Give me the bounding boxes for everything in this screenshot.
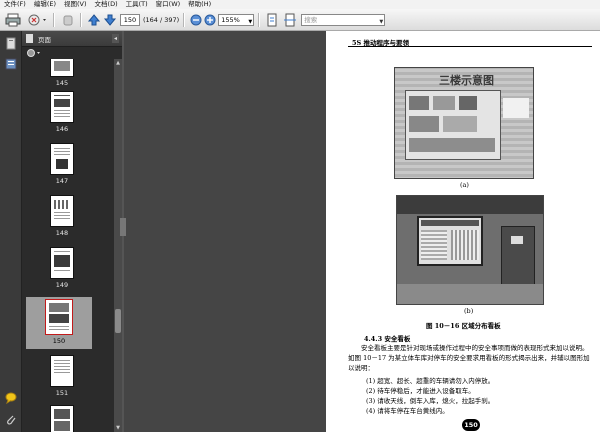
panel-title: 页面	[38, 35, 51, 44]
splitter-handle[interactable]	[120, 218, 126, 236]
navigation-rail	[0, 31, 22, 432]
comment-button[interactable]	[27, 12, 49, 28]
menu-bar: 文件(F) 编辑(E) 视图(V) 文档(D) 工具(T) 窗口(W) 帮助(H…	[0, 0, 600, 9]
thumbnail-image	[50, 247, 74, 279]
toolbar-separator	[258, 12, 260, 27]
arrow-down-icon	[103, 14, 117, 26]
thumbnail-page-149[interactable]: 149	[34, 247, 90, 289]
thumbnail-image	[50, 195, 74, 227]
thumbnail-page-150-selected[interactable]: 150	[26, 297, 92, 349]
comments-icon[interactable]	[4, 391, 18, 405]
document-page: 5S 推动程序与要领 三楼示意图 (a) (b) 图 10－16 区域分布看板 …	[326, 31, 600, 432]
scroll-down-icon[interactable]: ▼	[115, 425, 121, 431]
list-item: (2) 待车停稳后，才能进入设备取车。	[366, 387, 475, 395]
thumbnail-image	[50, 143, 74, 175]
printer-icon	[5, 13, 21, 26]
thumbnail-label: 149	[55, 281, 69, 289]
pages-panel: 页面 ◂ 145 146 147 148 149 150 151	[22, 31, 122, 432]
caption-b: (b)	[464, 307, 474, 315]
collapse-panel-button[interactable]: ◂	[112, 34, 119, 43]
zoom-select[interactable]: 155% ▼	[218, 13, 255, 26]
scroll-up-icon[interactable]: ▲	[115, 60, 121, 66]
fit-page-icon	[267, 13, 277, 26]
thumbnail-label: 145	[55, 79, 69, 87]
pages-icon[interactable]	[4, 37, 18, 51]
section-title: 4.4.3 安全看板	[364, 335, 411, 343]
options-icon	[27, 49, 40, 57]
search-input[interactable]: 搜索 ▼	[301, 13, 386, 26]
menu-edit[interactable]: 编辑(E)	[30, 0, 60, 9]
page-icon	[26, 34, 33, 43]
zoom-in-button[interactable]	[204, 12, 216, 28]
thumbnail-image	[50, 91, 74, 123]
hand-tool-button[interactable]	[60, 12, 76, 28]
toolbar-separator	[80, 12, 81, 27]
thumbnail-label: 147	[55, 177, 69, 185]
thumbnail-page-148[interactable]: 148	[34, 195, 90, 237]
thumbnail-label: 151	[55, 389, 69, 397]
body-paragraph: 安全看板主要是针对现场或操作过程中的安全事项而做的表现形式来加以说明。如图 10…	[348, 344, 590, 372]
zoom-in-icon	[204, 14, 216, 25]
thumbnail-label: 148	[55, 229, 69, 237]
menu-window[interactable]: 窗口(W)	[152, 0, 185, 9]
attachment-icon[interactable]	[4, 413, 18, 427]
menu-tools[interactable]: 工具(T)	[122, 0, 152, 9]
list-item: (3) 请收天线，倒车入库，熄火，拉起手刹。	[366, 397, 495, 405]
caption-a: (a)	[460, 181, 469, 189]
zoom-out-button[interactable]	[190, 12, 202, 28]
fit-width-icon	[284, 13, 297, 26]
header-rule	[348, 46, 592, 47]
print-button[interactable]	[5, 12, 21, 28]
figure-photo-a: 三楼示意图	[394, 67, 534, 179]
thumbnail-image	[50, 405, 74, 432]
page-count: (164 / 397)	[143, 15, 180, 24]
panel-options[interactable]	[22, 47, 122, 59]
thumbnail-label: 150	[52, 337, 66, 345]
photo-a-heading: 三楼示意图	[439, 74, 494, 87]
hand-icon	[63, 15, 73, 25]
chevron-down-icon: ▼	[248, 18, 253, 25]
thumbnail-page-147[interactable]: 147	[34, 143, 90, 185]
menu-document[interactable]: 文档(D)	[91, 0, 122, 9]
thumbnail-page-145[interactable]: 145	[34, 59, 90, 87]
thumbnail-image	[50, 355, 74, 387]
bookmarks-icon[interactable]	[4, 57, 18, 71]
thumbnail-scrollbar[interactable]: ▲ ▼	[114, 59, 122, 432]
menu-view[interactable]: 视图(V)	[60, 0, 91, 9]
thumbnail-list: 145 146 147 148 149 150 151	[22, 59, 114, 432]
comment-icon	[28, 14, 46, 25]
toolbar-separator	[183, 12, 185, 27]
page-number-badge: 150	[462, 419, 480, 431]
figure-caption: 图 10－16 区域分布看板	[426, 322, 501, 330]
thumbnail-image	[50, 59, 74, 77]
arrow-up-icon	[87, 13, 101, 25]
document-background	[124, 31, 326, 432]
menu-help[interactable]: 帮助(H)	[184, 0, 215, 9]
figure-photo-b	[396, 195, 544, 305]
next-page-button[interactable]	[103, 12, 117, 28]
zoom-out-icon	[190, 14, 202, 25]
thumbnail-page-next[interactable]	[34, 405, 90, 432]
fit-width-button[interactable]	[283, 12, 297, 28]
scrollbar-thumb[interactable]	[115, 309, 121, 333]
panel-header: 页面 ◂	[22, 31, 122, 47]
thumbnail-page-151[interactable]: 151	[34, 355, 90, 397]
list-item: (4) 请将车停在车台黄线内。	[366, 407, 449, 415]
list-item: (1) 超宽、超长、超重的车辆请勿入内停放。	[366, 377, 495, 385]
toolbar-separator	[53, 12, 54, 27]
menu-file[interactable]: 文件(F)	[0, 0, 30, 9]
thumbnail-image	[45, 299, 73, 335]
thumbnail-page-146[interactable]: 146	[34, 91, 90, 133]
search-placeholder: 搜索	[304, 15, 318, 24]
zoom-value: 155%	[221, 15, 240, 24]
chevron-down-icon: ▼	[379, 18, 384, 25]
prev-page-button[interactable]	[87, 12, 101, 28]
toolbar: 150 (164 / 397) 155% ▼ 搜索 ▼	[0, 9, 600, 31]
fit-page-button[interactable]	[265, 12, 279, 28]
thumbnail-label: 146	[55, 125, 69, 133]
page-number-input[interactable]: 150	[120, 13, 140, 26]
